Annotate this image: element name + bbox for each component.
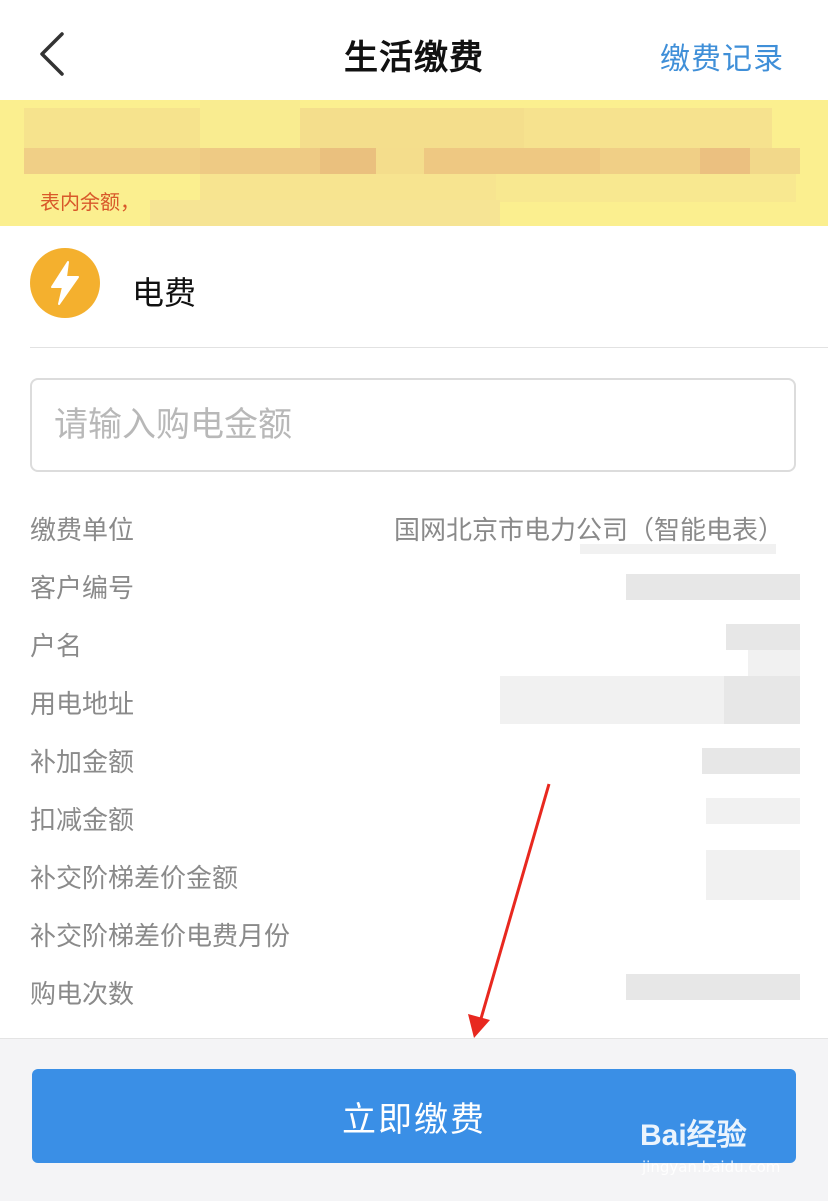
purchase-amount-input[interactable] xyxy=(30,378,796,472)
payment-records-link[interactable]: 缴费记录 xyxy=(660,34,784,78)
info-label-unit: 缴费单位 xyxy=(30,516,135,546)
lightning-icon xyxy=(30,248,100,318)
info-value-unit: 国网北京市电力公司（智能电表） xyxy=(393,516,784,546)
notice-text: 表内余额， xyxy=(40,190,140,214)
info-label-customer-id: 客户编号 xyxy=(30,574,135,604)
redacted-value xyxy=(706,850,800,900)
notice-banner: 表内余额， xyxy=(0,100,828,226)
redacted-value xyxy=(706,798,800,824)
info-label-tier-difference-amount: 补交阶梯差价金额 xyxy=(30,864,239,894)
info-label-deducted-amount: 扣减金额 xyxy=(30,806,135,836)
redacted-value xyxy=(626,974,800,1000)
watermark-url: jingyan.baidu.com xyxy=(642,1158,781,1176)
watermark: Bai经验 jingyan.baidu.com xyxy=(640,1110,810,1190)
divider xyxy=(30,347,828,348)
redacted-value xyxy=(580,544,776,554)
redacted-value xyxy=(702,748,800,774)
info-label-address: 用电地址 xyxy=(30,690,135,720)
info-label-tier-difference-month: 补交阶梯差价电费月份 xyxy=(30,922,291,952)
info-label-purchase-count: 购电次数 xyxy=(30,980,135,1010)
redacted-value xyxy=(626,574,800,600)
service-row: 电费 xyxy=(0,226,828,346)
info-label-account-name: 户名 xyxy=(30,632,83,662)
redacted-value xyxy=(726,624,800,650)
redacted-value xyxy=(724,676,800,724)
header: 生活缴费 缴费记录 xyxy=(0,0,828,100)
redacted-value xyxy=(748,650,800,676)
watermark-logo: Bai经验 xyxy=(640,1119,747,1152)
info-label-extra-amount: 补加金额 xyxy=(30,748,135,778)
service-name: 电费 xyxy=(132,274,197,312)
